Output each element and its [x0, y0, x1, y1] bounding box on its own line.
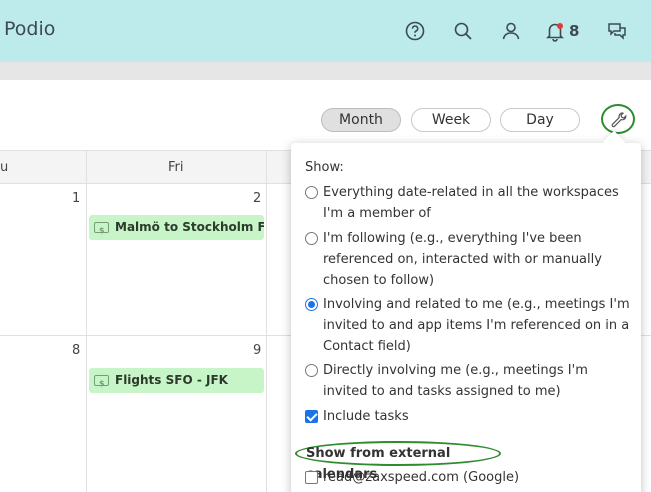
brand-logo[interactable]: Podio: [4, 18, 55, 40]
event-label: Flights SFO - JFK: [115, 373, 228, 387]
day-header-fri: Fri: [168, 160, 184, 175]
event-flights-sfo-jfk[interactable]: Flights SFO - JFK: [89, 368, 264, 393]
date-thu-8[interactable]: 8: [72, 343, 80, 358]
grid-line: [86, 150, 87, 492]
external-calendars-heading: Show from external calendars: [295, 441, 501, 482]
google-calendar-checkbox[interactable]: [305, 471, 318, 484]
search-icon[interactable]: [452, 20, 474, 42]
option-following[interactable]: I'm following (e.g., everything I've bee…: [305, 228, 630, 291]
option-everything[interactable]: Everything date-related in all the works…: [305, 182, 630, 224]
include-tasks-checkbox[interactable]: [305, 410, 318, 423]
chat-icon[interactable]: [606, 20, 628, 42]
settings-button[interactable]: [601, 104, 635, 134]
wrench-icon: [611, 112, 627, 128]
radio-everything[interactable]: [305, 186, 318, 199]
event-malmo-flight[interactable]: Malmö to Stockholm Fligh: [89, 215, 264, 240]
ticket-icon: [94, 371, 109, 393]
option-involving-related[interactable]: Involving and related to me (e.g., meeti…: [305, 294, 630, 357]
sub-bar: [0, 62, 651, 80]
grid-line: [266, 150, 267, 492]
day-header-thu: u: [0, 160, 9, 175]
date-thu-1[interactable]: 1: [72, 191, 80, 206]
include-tasks-option[interactable]: Include tasks: [305, 406, 630, 427]
bell-icon[interactable]: [544, 20, 566, 42]
ticket-icon: [94, 218, 109, 240]
week-view-button[interactable]: Week: [411, 108, 491, 132]
notification-dot: [557, 23, 563, 29]
radio-following[interactable]: [305, 232, 318, 245]
option-directly-involving[interactable]: Directly involving me (e.g., meetings I'…: [305, 360, 630, 402]
show-label: Show:: [305, 160, 344, 175]
day-view-button[interactable]: Day: [500, 108, 580, 132]
radio-involving-related[interactable]: [305, 298, 318, 311]
external-calendar-google[interactable]: read@zaxspeed.com (Google): [305, 467, 630, 488]
profile-icon[interactable]: [500, 20, 522, 42]
radio-directly-involving[interactable]: [305, 364, 318, 377]
event-label: Malmö to Stockholm Fligh: [115, 220, 264, 234]
notification-count[interactable]: 8: [569, 22, 579, 40]
date-fri-2[interactable]: 2: [253, 191, 261, 206]
date-fri-9[interactable]: 9: [253, 343, 261, 358]
month-view-button[interactable]: Month: [321, 108, 401, 132]
help-icon[interactable]: [404, 20, 426, 42]
top-bar: Podio 8: [0, 0, 651, 62]
